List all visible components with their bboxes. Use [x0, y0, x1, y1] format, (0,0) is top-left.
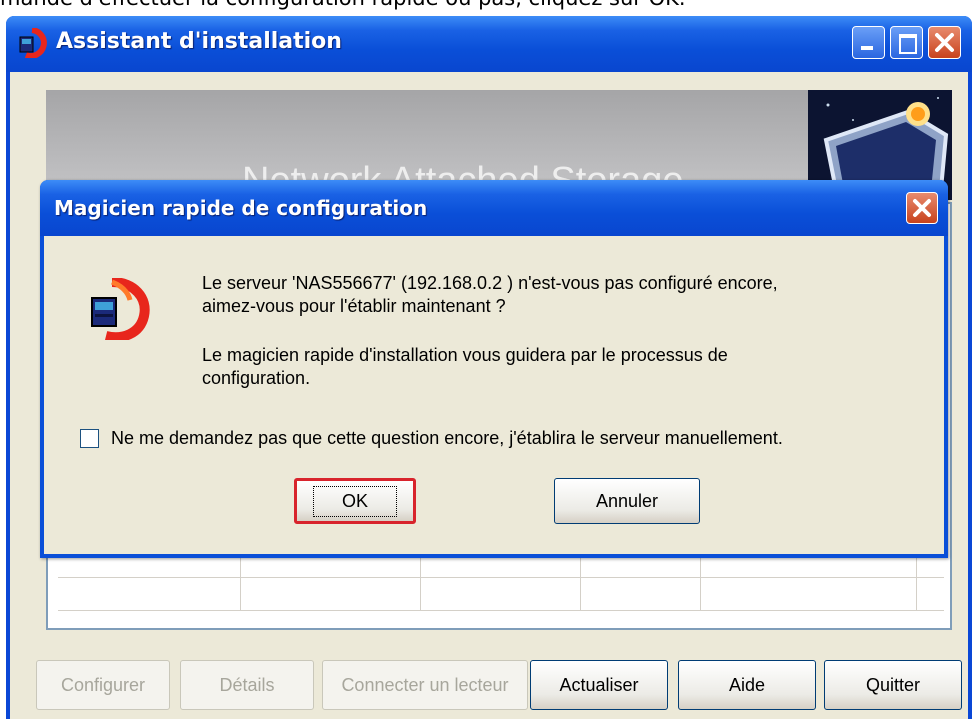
quit-button[interactable]: Quitter — [824, 660, 962, 710]
message-line: aimez-vous pour l'établir maintenant ? — [202, 296, 506, 316]
instruction-text: mande d'effectuer la configuration rapid… — [0, 0, 686, 10]
help-button[interactable]: Aide — [678, 660, 816, 710]
configure-button[interactable]: Configurer — [36, 660, 170, 710]
connect-drive-button[interactable]: Connecter un lecteur — [322, 660, 528, 710]
ok-button-label: OK — [312, 485, 397, 517]
cancel-button[interactable]: Annuler — [554, 478, 700, 524]
minimize-button[interactable] — [852, 26, 885, 59]
main-window-title: Assistant d'installation — [56, 29, 342, 54]
app-icon — [19, 28, 47, 58]
message-line: Le magicien rapide d'installation vous g… — [202, 345, 728, 365]
main-titlebar[interactable]: Assistant d'installation — [6, 16, 972, 72]
message-line: configuration. — [202, 368, 311, 388]
dont-ask-again-label: Ne me demandez pas que cette question en… — [111, 428, 783, 448]
dont-ask-again-row[interactable]: Ne me demandez pas que cette question en… — [80, 428, 783, 449]
close-icon — [913, 199, 931, 217]
close-button[interactable] — [928, 26, 961, 59]
refresh-button[interactable]: Actualiser — [530, 660, 668, 710]
dialog-body: Le serveur 'NAS556677' (192.168.0.2 ) n'… — [44, 236, 944, 554]
dont-ask-again-checkbox[interactable] — [80, 429, 99, 448]
details-button[interactable]: Détails — [180, 660, 314, 710]
close-icon — [935, 33, 954, 52]
dialog-close-button[interactable] — [906, 192, 938, 224]
ok-button[interactable]: OK — [294, 478, 416, 524]
nas-app-icon — [91, 278, 150, 340]
message-line: Le serveur 'NAS556677' (192.168.0.2 ) n'… — [202, 273, 778, 293]
dialog-titlebar[interactable]: Magicien rapide de configuration — [40, 180, 948, 236]
dialog-title: Magicien rapide de configuration — [54, 196, 428, 220]
maximize-button[interactable] — [890, 26, 923, 59]
dialog-message: Le serveur 'NAS556677' (192.168.0.2 ) n'… — [202, 272, 778, 318]
quick-setup-dialog: Magicien rapide de configuration Le serv… — [40, 180, 948, 558]
dialog-description: Le magicien rapide d'installation vous g… — [202, 344, 728, 390]
